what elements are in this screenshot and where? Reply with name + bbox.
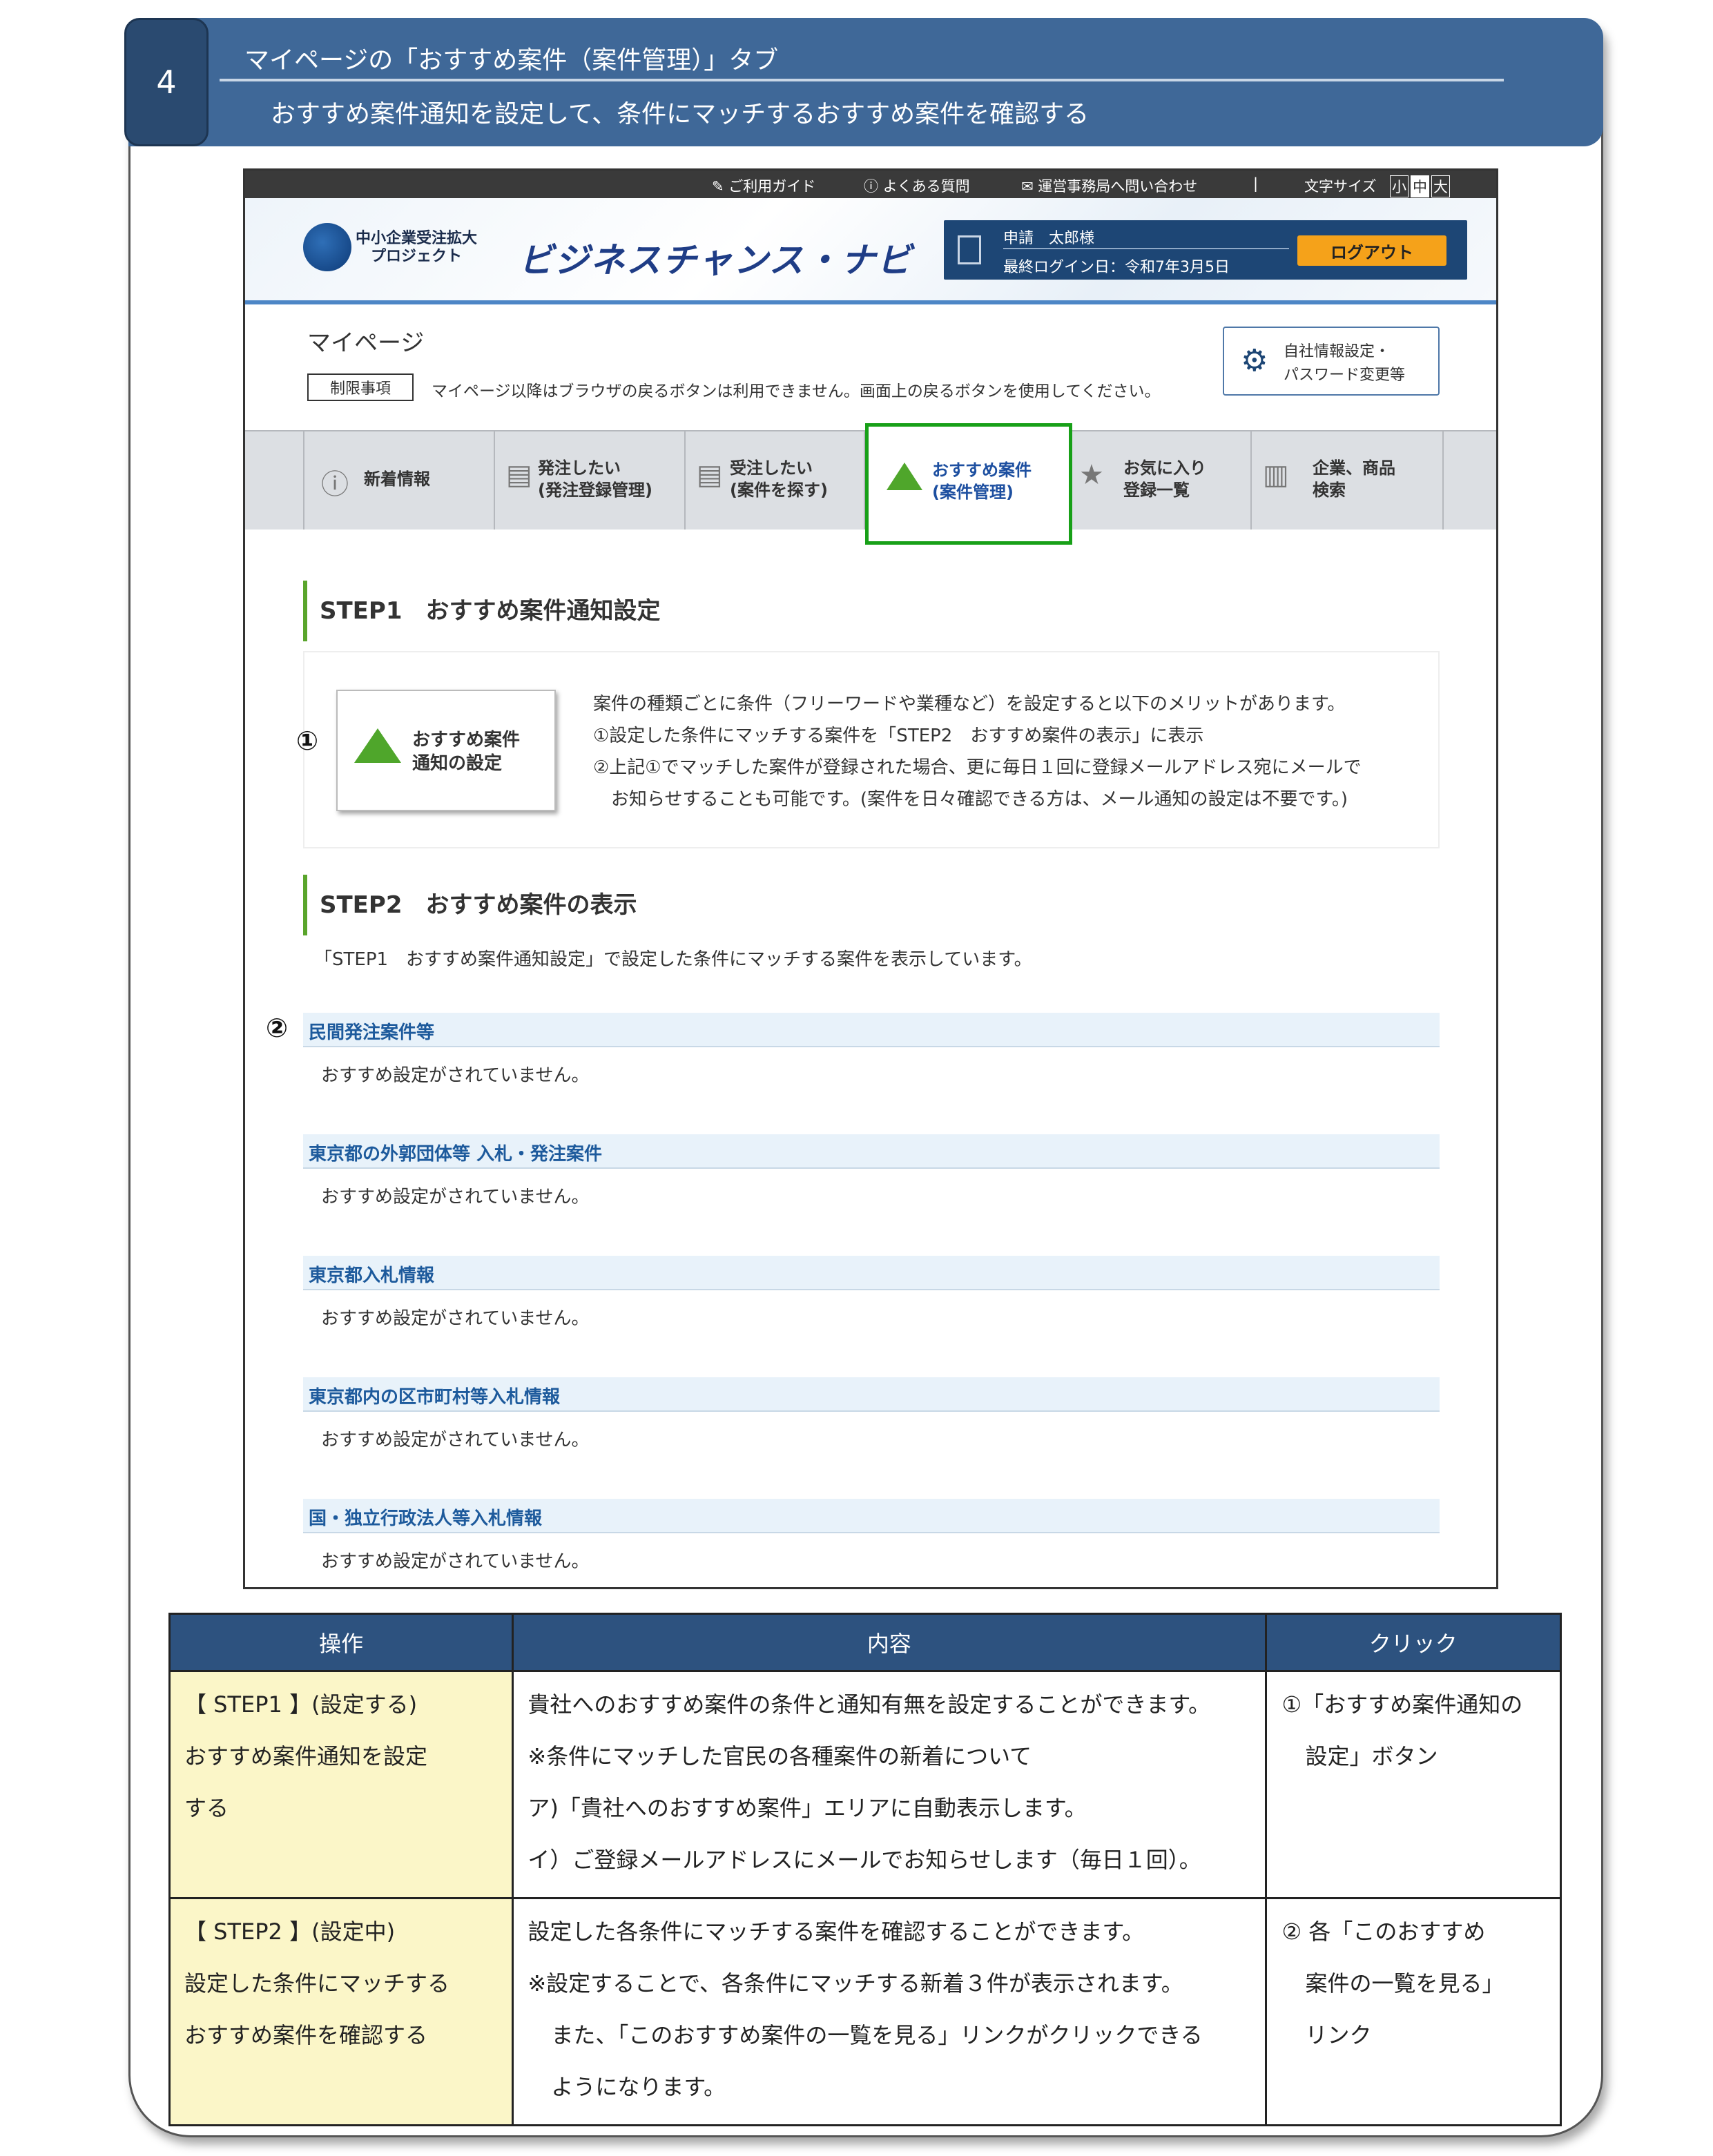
table-header-row: 操作 内容 クリック <box>168 1613 1562 1672</box>
contact-link[interactable]: ✉ 運営事務局へ問い合わせ <box>1021 175 1197 196</box>
banner-divider <box>220 79 1504 81</box>
building-icon <box>958 235 981 264</box>
utility-bar: ✎ ご利用ガイド ⓘ よくある質問 ✉ 運営事務局へ問い合わせ | 文字サイズ … <box>245 171 1496 198</box>
flag-icon <box>354 728 401 763</box>
tab-receive[interactable]: ▤ 受注したい (案件を探す) <box>686 431 865 530</box>
tab-order[interactable]: ▤ 発注したい (発注登録管理) <box>495 431 686 530</box>
table-header: 内容 <box>512 1613 1267 1672</box>
category-header: 国・独立行政法人等入札情報 <box>303 1499 1440 1533</box>
user-name: 申請 太郎様 <box>1003 230 1095 247</box>
document-icon: ▤ <box>506 459 532 491</box>
section-number-badge: 4 <box>124 18 209 146</box>
section-subtitle: おすすめ案件通知を設定して、条件にマッチするおすすめ案件を確認する <box>271 100 1090 128</box>
category-note: おすすめ設定がされていません。 <box>321 1430 590 1450</box>
content-cell: 設定した各条件にマッチする案件を確認することができます。 ※設定することで、各条… <box>512 1897 1267 2126</box>
tab-news[interactable]: ⓘ 新着情報 <box>304 431 495 530</box>
restriction-badge: 制限事項 <box>307 373 414 401</box>
last-login: 最終ログイン日：令和7年3月5日 <box>1003 259 1230 276</box>
font-size-label: 文字サイズ <box>1304 178 1377 195</box>
building-search-icon: ▥ <box>1263 459 1289 491</box>
operation-cell: 【 STEP2 】(設定中) 設定した条件にマッチする おすすめ案件を確認する <box>168 1897 514 2126</box>
utility-separator: | <box>1253 175 1259 192</box>
tab-company-search[interactable]: ▥ 企業、商品 検索 <box>1252 431 1444 530</box>
mypage-tabs: ⓘ 新着情報 ▤ 発注したい (発注登録管理) ▤ 受注したい (案件を探す) … <box>245 423 1496 545</box>
user-panel: 申請 太郎様 最終ログイン日：令和7年3月5日 ログアウト <box>944 220 1467 280</box>
guide-link[interactable]: ✎ ご利用ガイド <box>712 175 815 196</box>
company-settings-button[interactable]: ⚙ 自社情報設定・ パスワード変更等 <box>1223 327 1440 396</box>
step1-marker: ① <box>296 726 319 756</box>
tab-recommended[interactable]: おすすめ案件 (案件管理) <box>865 423 1072 545</box>
project-logo-text: 中小企業受注拡大 プロジェクト <box>356 230 478 265</box>
tab-favorites[interactable]: ★ お気に入り 登録一覧 <box>1072 431 1252 530</box>
category-note: おすすめ設定がされていません。 <box>321 1187 590 1207</box>
font-size-mid-button[interactable]: 中 <box>1411 175 1429 197</box>
section-title: マイページの「おすすめ案件（案件管理）」タブ <box>244 46 779 75</box>
flag-icon <box>887 463 922 490</box>
click-cell: ①「おすすめ案件通知の 設定」ボタン <box>1264 1670 1562 1899</box>
star-icon: ★ <box>1079 459 1104 491</box>
gear-icon: ⚙ <box>1241 343 1268 378</box>
step2-subtitle: 「STEP1 おすすめ案件通知設定」で設定した条件にマッチする案件を表示していま… <box>314 949 1032 970</box>
font-size-large-button[interactable]: 大 <box>1431 175 1450 197</box>
category-note: おすすめ設定がされていません。 <box>321 1308 590 1329</box>
operation-cell: 【 STEP1 】(設定する) おすすめ案件通知を設定 する <box>168 1670 514 1899</box>
table-header: クリック <box>1264 1613 1562 1672</box>
category-header: 民間発注案件等 <box>303 1013 1440 1047</box>
step1-desc-line: お知らせすることも可能です。(案件を日々確認できる方は、メール通知の設定は不要で… <box>593 789 1348 810</box>
header-divider <box>245 300 1496 304</box>
step2-marker: ② <box>266 1013 289 1043</box>
content-cell: 貴社へのおすすめ案件の条件と通知有無を設定することができます。 ※条件にマッチし… <box>512 1670 1267 1899</box>
recommend-notify-setting-button[interactable]: おすすめ案件 通知の設定 <box>336 690 556 811</box>
restriction-text: マイページ以降はブラウザの戻るボタンは利用できません。画面上の戻るボタンを使用し… <box>432 382 1161 400</box>
screenshot-window: ✎ ご利用ガイド ⓘ よくある質問 ✉ 運営事務局へ問い合わせ | 文字サイズ … <box>243 168 1498 1589</box>
step1-heading: STEP1 おすすめ案件通知設定 <box>303 581 660 641</box>
step1-desc-line: 案件の種類ごとに条件（フリーワードや業種など）を設定すると以下のメリットがありま… <box>593 694 1346 715</box>
category-note: おすすめ設定がされていません。 <box>321 1065 590 1086</box>
site-header: 中小企業受注拡大 プロジェクト ビジネスチャンス・ナビ 申請 太郎様 最終ログイ… <box>245 198 1496 300</box>
page-title: マイページ <box>307 329 425 357</box>
category-header: 東京都入札情報 <box>303 1256 1440 1290</box>
step2-heading: STEP2 おすすめ案件の表示 <box>303 875 637 935</box>
operations-table: 操作 内容 クリック 【 STEP1 】(設定する) おすすめ案件通知を設定 す… <box>168 1613 1562 2126</box>
table-row: 【 STEP1 】(設定する) おすすめ案件通知を設定 する 貴社へのおすすめ案… <box>168 1670 1562 1899</box>
tab-spacer-left <box>245 431 304 530</box>
click-cell: ② 各「このおすすめ 案件の一覧を見る」 リンク <box>1264 1897 1562 2126</box>
step1-desc-line: ①設定した条件にマッチする案件を「STEP2 おすすめ案件の表示」に表示 <box>593 726 1204 746</box>
font-size-small-button[interactable]: 小 <box>1390 175 1409 197</box>
project-logo-icon <box>303 223 351 271</box>
step1-desc-line: ②上記①でマッチした案件が登録された場合、更に毎日１回に登録メールアドレス宛にメ… <box>593 757 1362 778</box>
logout-button[interactable]: ログアウト <box>1297 235 1446 266</box>
faq-link[interactable]: ⓘ よくある質問 <box>864 175 970 196</box>
site-brand[interactable]: ビジネスチャンス・ナビ <box>519 233 913 282</box>
category-header: 東京都の外郭団体等 入札・発注案件 <box>303 1134 1440 1169</box>
category-note: おすすめ設定がされていません。 <box>321 1551 590 1572</box>
user-divider <box>1003 248 1289 249</box>
category-header: 東京都内の区市町村等入札情報 <box>303 1377 1440 1412</box>
search-document-icon: ▤ <box>697 459 723 491</box>
table-row: 【 STEP2 】(設定中) 設定した条件にマッチする おすすめ案件を確認する … <box>168 1897 1562 2126</box>
info-icon: ⓘ <box>321 469 349 501</box>
table-header: 操作 <box>168 1613 514 1672</box>
